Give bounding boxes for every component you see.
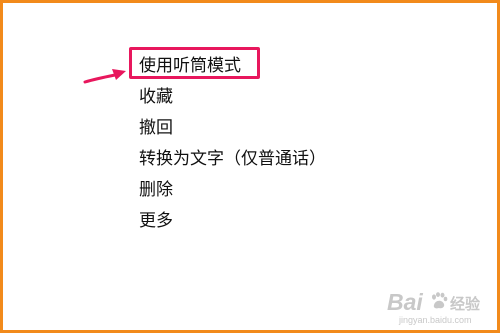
menu-item-more[interactable]: 更多 [139,206,326,237]
baidu-paw-icon [432,292,448,309]
screenshot-frame: 使用听筒模式 收藏 撤回 转换为文字（仅普通话） 删除 更多 Bai 经验 ji… [0,0,500,333]
watermark-brand: Bai [387,289,423,315]
highlight-box [129,47,260,79]
menu-item-recall[interactable]: 撤回 [139,113,326,144]
menu-item-convert-to-text[interactable]: 转换为文字（仅普通话） [139,144,326,175]
pointer-arrow-icon [83,69,126,84]
menu-item-favorite[interactable]: 收藏 [139,82,326,113]
baidu-jingyan-watermark: Bai 经验 jingyan.baidu.com [387,289,487,329]
watermark-suffix: 经验 [450,295,481,313]
watermark-url: jingyan.baidu.com [399,315,472,325]
menu-item-delete[interactable]: 删除 [139,175,326,206]
